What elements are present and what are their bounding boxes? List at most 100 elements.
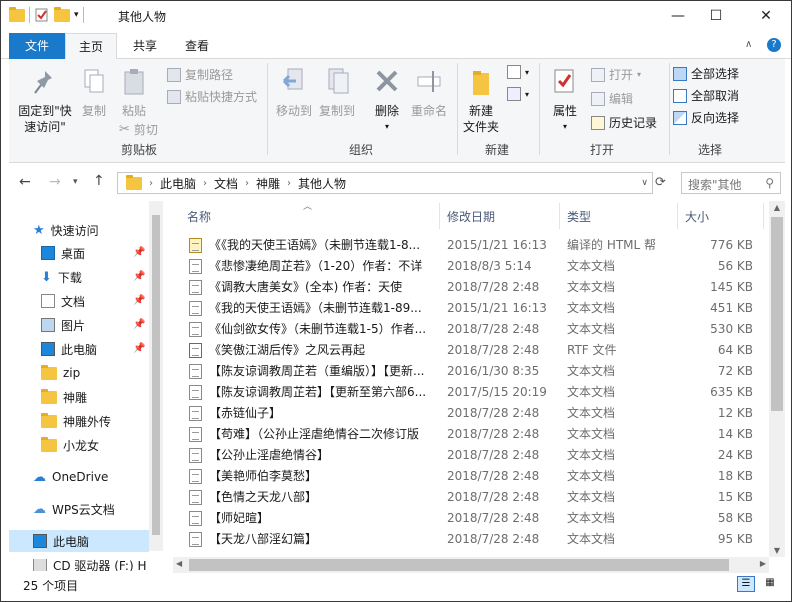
open-button[interactable]: 打开 ▾	[591, 66, 641, 83]
file-row[interactable]: 《笑傲江湖后传》之风云再起 2018/7/28 2:48 RTF 文件 64 KB	[173, 340, 763, 361]
paste-button[interactable]: 粘贴	[115, 67, 153, 119]
nav-desktop[interactable]: 桌面	[41, 242, 85, 264]
pin-icon[interactable]: 📌	[133, 247, 145, 258]
select-all-button[interactable]: 全部选择	[673, 65, 739, 82]
file-row[interactable]: 《我的天使王语嫣》（未删节连载1-89... 2015/1/21 16:13 文本文…	[173, 298, 763, 319]
nav-folder-shendiao-waizhuan[interactable]: 神雕外传	[41, 410, 111, 432]
easy-access-button[interactable]: ▾	[507, 87, 529, 101]
nav-folder-zip[interactable]: zip	[41, 362, 80, 384]
address-box[interactable]: › 此电脑 › 文档 › 神雕 › 其他人物 ∨	[117, 172, 653, 194]
maximize-button[interactable]: ☐	[693, 1, 739, 31]
paste-shortcut-button[interactable]: 粘贴快捷方式	[167, 88, 257, 105]
crumb-separator-icon[interactable]: ›	[200, 178, 210, 189]
nav-scroll-thumb[interactable]	[152, 215, 160, 535]
nav-quick-access[interactable]: ★ 快速访问	[33, 219, 99, 241]
pin-quick-access-button[interactable]: 固定到"快 速访问"	[13, 67, 77, 135]
file-list-horizontal-scrollbar[interactable]: ◀ ▶	[173, 557, 769, 573]
crumb-separator-icon[interactable]: ›	[284, 178, 294, 189]
tab-home[interactable]: 主页	[65, 33, 117, 60]
refresh-icon[interactable]: ⟳	[655, 175, 666, 190]
column-divider[interactable]	[677, 203, 678, 229]
copy-button[interactable]: 复制	[77, 67, 111, 119]
back-arrow-icon[interactable]: ←	[19, 174, 31, 190]
nav-wps-cloud[interactable]: ☁ WPS云文档	[33, 498, 115, 520]
nav-this-pc[interactable]: 此电脑	[9, 530, 149, 552]
tab-share[interactable]: 共享	[123, 33, 167, 59]
column-header-date[interactable]: 修改日期	[447, 205, 495, 229]
address-dropdown-chevron-icon[interactable]: ∨	[641, 178, 648, 188]
column-divider[interactable]	[763, 203, 764, 229]
file-row[interactable]: 【色情之天龙八部】 2018/7/28 2:48 文本文档 15 KB	[173, 487, 763, 508]
column-header-name[interactable]: 名称	[187, 205, 211, 229]
nav-downloads[interactable]: ⬇ 下载	[41, 266, 82, 288]
properties-button[interactable]: 属性 ▾	[545, 67, 585, 135]
nav-pictures[interactable]: 图片	[41, 314, 85, 336]
pin-icon[interactable]: 📌	[133, 295, 145, 306]
file-row[interactable]: 《《我的天使王语嫣》（未删节连载1-8... 2015/1/21 16:13 编译的…	[173, 235, 763, 256]
nav-folder-shendiao[interactable]: 神雕	[41, 386, 87, 408]
new-folder-quick-icon[interactable]	[54, 6, 70, 22]
scroll-left-chevron-icon[interactable]: ◀	[176, 559, 182, 568]
file-row[interactable]: 【天龙八部淫幻篇】 2018/7/28 2:48 文本文档 95 KB	[173, 529, 763, 550]
rename-button[interactable]: 重命名	[407, 67, 451, 119]
file-row[interactable]: 【陈友谅调教周芷若】【更新至第六部6... 2017/5/15 20:19 文本文档…	[173, 382, 763, 403]
tab-file[interactable]: 文件	[9, 33, 65, 59]
column-divider[interactable]	[559, 203, 560, 229]
move-to-button[interactable]: 移动到	[273, 67, 315, 119]
file-row[interactable]: 《调教大唐美女》(全本) 作者：天使 2018/7/28 2:48 文本文档 145 …	[173, 277, 763, 298]
cut-button[interactable]: ✂ 剪切	[119, 121, 158, 138]
customize-toolbar-chevron-icon[interactable]: ▾	[74, 10, 79, 20]
column-header-size[interactable]: 大小	[685, 205, 709, 229]
select-none-button[interactable]: 全部取消	[673, 87, 739, 104]
recent-chevron-icon[interactable]: ▾	[73, 177, 78, 187]
properties-chevron-icon[interactable]: ▾	[545, 119, 585, 135]
new-item-button[interactable]: ▾	[507, 65, 529, 79]
file-row[interactable]: 【苟难】（公孙止淫虐绝情谷二次修订版 2018/7/28 2:48 文本文档 14 K…	[173, 424, 763, 445]
breadcrumb-current[interactable]: 其他人物	[294, 175, 350, 192]
help-icon[interactable]: ?	[767, 38, 781, 52]
nav-cd-drive[interactable]: CD 驱动器 (F:) H	[33, 559, 146, 571]
properties-check-icon[interactable]	[34, 7, 50, 23]
forward-arrow-icon[interactable]: →	[49, 174, 61, 190]
search-input[interactable]: 搜索"其他 ⚲	[681, 172, 781, 194]
file-row[interactable]: 《仙剑欲女传》（未删节连载1-5）作者... 2018/7/28 2:48 文本文档…	[173, 319, 763, 340]
column-header-type[interactable]: 类型	[567, 205, 591, 229]
details-view-icon[interactable]: ☰	[737, 576, 755, 592]
close-button[interactable]: ✕	[743, 1, 789, 31]
history-button[interactable]: 历史记录	[591, 114, 657, 131]
breadcrumb-documents[interactable]: 文档	[210, 175, 242, 192]
nav-folder-xiaolongnv[interactable]: 小龙女	[41, 434, 99, 456]
nav-scrollbar[interactable]	[149, 201, 163, 551]
breadcrumb-shendiao[interactable]: 神雕	[252, 175, 284, 192]
copy-path-button[interactable]: 复制路径	[167, 66, 233, 83]
pin-icon[interactable]: 📌	[133, 343, 145, 354]
column-divider[interactable]	[439, 203, 440, 229]
pin-icon[interactable]: 📌	[133, 319, 145, 330]
edit-button[interactable]: 编辑	[591, 90, 633, 107]
scroll-right-chevron-icon[interactable]: ▶	[760, 559, 766, 568]
scroll-up-chevron-icon[interactable]: ▲	[769, 203, 785, 212]
scroll-down-chevron-icon[interactable]: ▼	[769, 546, 785, 555]
new-folder-button[interactable]: 新建 文件夹	[459, 67, 503, 135]
up-arrow-icon[interactable]: ↑	[93, 173, 105, 189]
copy-to-button[interactable]: 复制到	[315, 67, 359, 119]
pin-icon[interactable]: 📌	[133, 271, 145, 282]
breadcrumb-this-pc[interactable]: 此电脑	[156, 175, 200, 192]
vertical-scroll-thumb[interactable]	[771, 217, 783, 411]
file-row[interactable]: 【赤链仙子】 2018/7/28 2:48 文本文档 12 KB	[173, 403, 763, 424]
file-row[interactable]: 【公孙止淫虐绝情谷】 2018/7/28 2:48 文本文档 24 KB	[173, 445, 763, 466]
file-list-vertical-scrollbar[interactable]: ▲ ▼	[769, 201, 785, 557]
nav-onedrive[interactable]: ☁ OneDrive	[33, 466, 108, 488]
crumb-separator-icon[interactable]: ›	[242, 178, 252, 189]
file-row[interactable]: 【陈友谅调教周芷若（重编版）】【更新... 2016/1/30 8:35 文本文档 7…	[173, 361, 763, 382]
file-row[interactable]: 【师妃暄】 2018/7/28 2:48 文本文档 58 KB	[173, 508, 763, 529]
horizontal-scroll-thumb[interactable]	[189, 559, 729, 571]
invert-selection-button[interactable]: 反向选择	[673, 109, 739, 126]
tab-view[interactable]: 查看	[175, 33, 219, 59]
file-row[interactable]: 【美艳师伯李莫愁】 2018/7/28 2:48 文本文档 18 KB	[173, 466, 763, 487]
file-row[interactable]: 《悲惨凄绝周芷若》（1-20）作者：不详 2018/8/3 5:14 文本文档 56 …	[173, 256, 763, 277]
collapse-ribbon-chevron-icon[interactable]: ∧	[745, 39, 752, 50]
nav-this-pc-pinned[interactable]: 此电脑	[41, 338, 97, 360]
crumb-separator-icon[interactable]: ›	[146, 178, 156, 189]
delete-button[interactable]: 删除 ▾	[365, 67, 409, 135]
